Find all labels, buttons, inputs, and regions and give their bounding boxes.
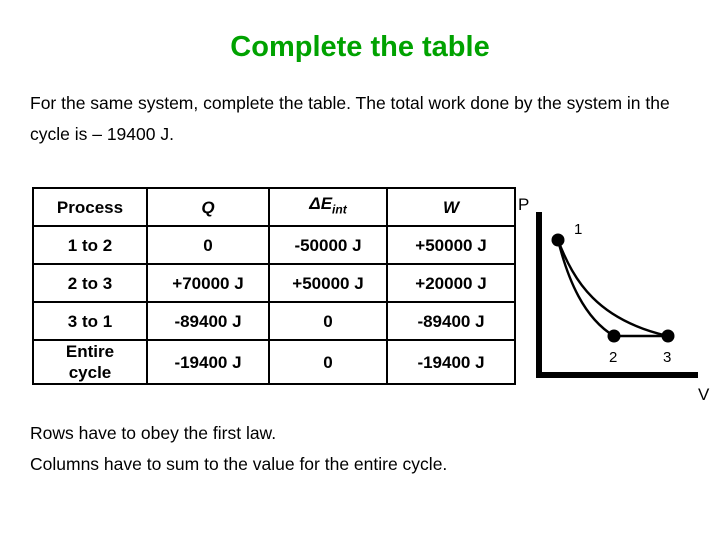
- cell-q: +70000 J: [146, 263, 270, 303]
- cell-delta-e: 0: [268, 339, 388, 385]
- cell-delta-e: -50000 J: [268, 225, 388, 265]
- results-table-container: Process Q ΔEint W 1 to 2 0 -50000 J +500…: [32, 187, 516, 385]
- footer-note-rows: Rows have to obey the first law.: [30, 423, 277, 443]
- cell-process: 3 to 1: [32, 301, 148, 341]
- column-header-delta-e-subscript: int: [332, 202, 347, 217]
- cell-delta-e: 0: [268, 301, 388, 341]
- intro-paragraph: For the same system, complete the table.…: [30, 93, 670, 144]
- results-table: Process Q ΔEint W 1 to 2 0 -50000 J +500…: [32, 187, 516, 385]
- footer-notes: Rows have to obey the first law. Columns…: [30, 418, 700, 480]
- pressure-axis-label: P: [518, 195, 529, 214]
- cell-w: -19400 J: [386, 339, 516, 385]
- table-row: 2 to 3 +70000 J +50000 J +20000 J: [32, 263, 516, 303]
- column-header-w: W: [386, 187, 516, 227]
- table-row: Entire cycle -19400 J 0 -19400 J: [32, 339, 516, 385]
- cell-w: +50000 J: [386, 225, 516, 265]
- pv-diagram: 1 2 3 P V: [512, 190, 720, 405]
- footer-note-columns: Columns have to sum to the value for the…: [30, 454, 448, 474]
- column-header-process: Process: [32, 187, 148, 227]
- column-header-delta-e-main: ΔE: [309, 194, 333, 214]
- cell-delta-e: +50000 J: [268, 263, 388, 303]
- cell-process-line1: Entire: [65, 342, 115, 361]
- cell-q: -19400 J: [146, 339, 270, 385]
- state-point-3: [661, 329, 675, 343]
- volume-axis-line: [536, 372, 698, 378]
- volume-axis-label: V: [698, 385, 710, 404]
- page-title: Complete the table: [230, 31, 490, 63]
- table-row: 3 to 1 -89400 J 0 -89400 J: [32, 301, 516, 341]
- state-point-2: [607, 329, 621, 343]
- cell-q: -89400 J: [146, 301, 270, 341]
- pressure-axis-line: [536, 212, 542, 378]
- state-point-2-label: 2: [609, 349, 617, 366]
- table-header-row: Process Q ΔEint W: [32, 187, 516, 227]
- cell-process: 2 to 3: [32, 263, 148, 303]
- state-point-1-label: 1: [574, 221, 582, 238]
- column-header-q: Q: [146, 187, 270, 227]
- cell-process: Entire cycle: [32, 339, 148, 385]
- curve-1-to-2: [556, 239, 615, 338]
- cell-q: 0: [146, 225, 270, 265]
- state-point-1: [551, 233, 565, 247]
- cell-process-line2: cycle: [68, 363, 112, 382]
- cell-w: +20000 J: [386, 263, 516, 303]
- cell-process: 1 to 2: [32, 225, 148, 265]
- cell-w: -89400 J: [386, 301, 516, 341]
- state-point-3-label: 3: [663, 349, 671, 366]
- column-header-delta-e-int: ΔEint: [268, 187, 388, 227]
- table-row: 1 to 2 0 -50000 J +50000 J: [32, 225, 516, 265]
